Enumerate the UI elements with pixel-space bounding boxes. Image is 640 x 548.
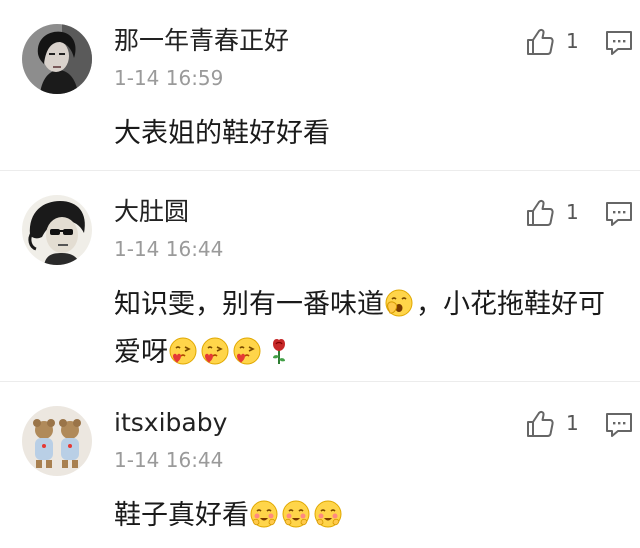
- comment-item: 那一年青春正好 1-14 16:59 1 大表姐的鞋好好看: [0, 0, 640, 170]
- portrait-avatar-icon: [22, 24, 92, 94]
- like-count: 1: [566, 411, 579, 435]
- reply-button[interactable]: [604, 199, 634, 229]
- like-button[interactable]: [524, 197, 556, 229]
- comment-timestamp: 1-14 16:44: [114, 448, 224, 472]
- comment-timestamp: 1-14 16:59: [114, 66, 224, 90]
- user-avatar[interactable]: [22, 195, 92, 265]
- heart-kiss-emoji: [232, 336, 262, 366]
- comment-timestamp: 1-14 16:44: [114, 237, 224, 261]
- yawn-emoji: [384, 288, 414, 318]
- thumbs-up-icon: [527, 410, 554, 437]
- comment-text: 知识雯，别有一番味道 ，小花拖鞋好可爱呀: [114, 281, 614, 377]
- blush-emoji: [249, 499, 279, 529]
- comment-item: 大肚圆 1-14 16:44 1 知识雯，别有一番味道 ，小花拖鞋好可爱呀: [0, 171, 640, 381]
- user-avatar[interactable]: [22, 406, 92, 476]
- username[interactable]: itsxibaby: [114, 406, 227, 440]
- comment-body: 知识雯，别有一番味道: [114, 289, 384, 320]
- like-count: 1: [566, 200, 579, 224]
- like-button[interactable]: [524, 408, 556, 440]
- heart-kiss-emoji: [200, 336, 230, 366]
- comment-bubble-icon: [606, 31, 632, 55]
- comment-bubble-icon: [606, 202, 632, 226]
- comment-text: 大表姐的鞋好好看: [114, 110, 614, 158]
- blush-emoji: [281, 499, 311, 529]
- heart-kiss-emoji: [168, 336, 198, 366]
- thumbs-up-icon: [527, 28, 554, 55]
- like-count: 1: [566, 29, 579, 53]
- comment-bubble-icon: [606, 413, 632, 437]
- comment-text: 鞋子真好看: [114, 492, 614, 540]
- comment-item: itsxibaby 1-14 16:44 1 鞋子真好看: [0, 382, 640, 548]
- username[interactable]: 那一年青春正好: [114, 24, 289, 58]
- rose-emoji: [264, 336, 294, 366]
- like-button[interactable]: [524, 26, 556, 58]
- reply-button[interactable]: [604, 28, 634, 58]
- comment-body: 鞋子真好看: [114, 500, 249, 531]
- username[interactable]: 大肚圆: [114, 195, 189, 229]
- teddy-bears-icon: [22, 406, 92, 476]
- blush-emoji: [313, 499, 343, 529]
- sketch-avatar-icon: [22, 195, 92, 265]
- thumbs-up-icon: [527, 199, 554, 226]
- user-avatar[interactable]: [22, 24, 92, 94]
- reply-button[interactable]: [604, 410, 634, 440]
- comment-body: 大表姐的鞋好好看: [114, 118, 330, 149]
